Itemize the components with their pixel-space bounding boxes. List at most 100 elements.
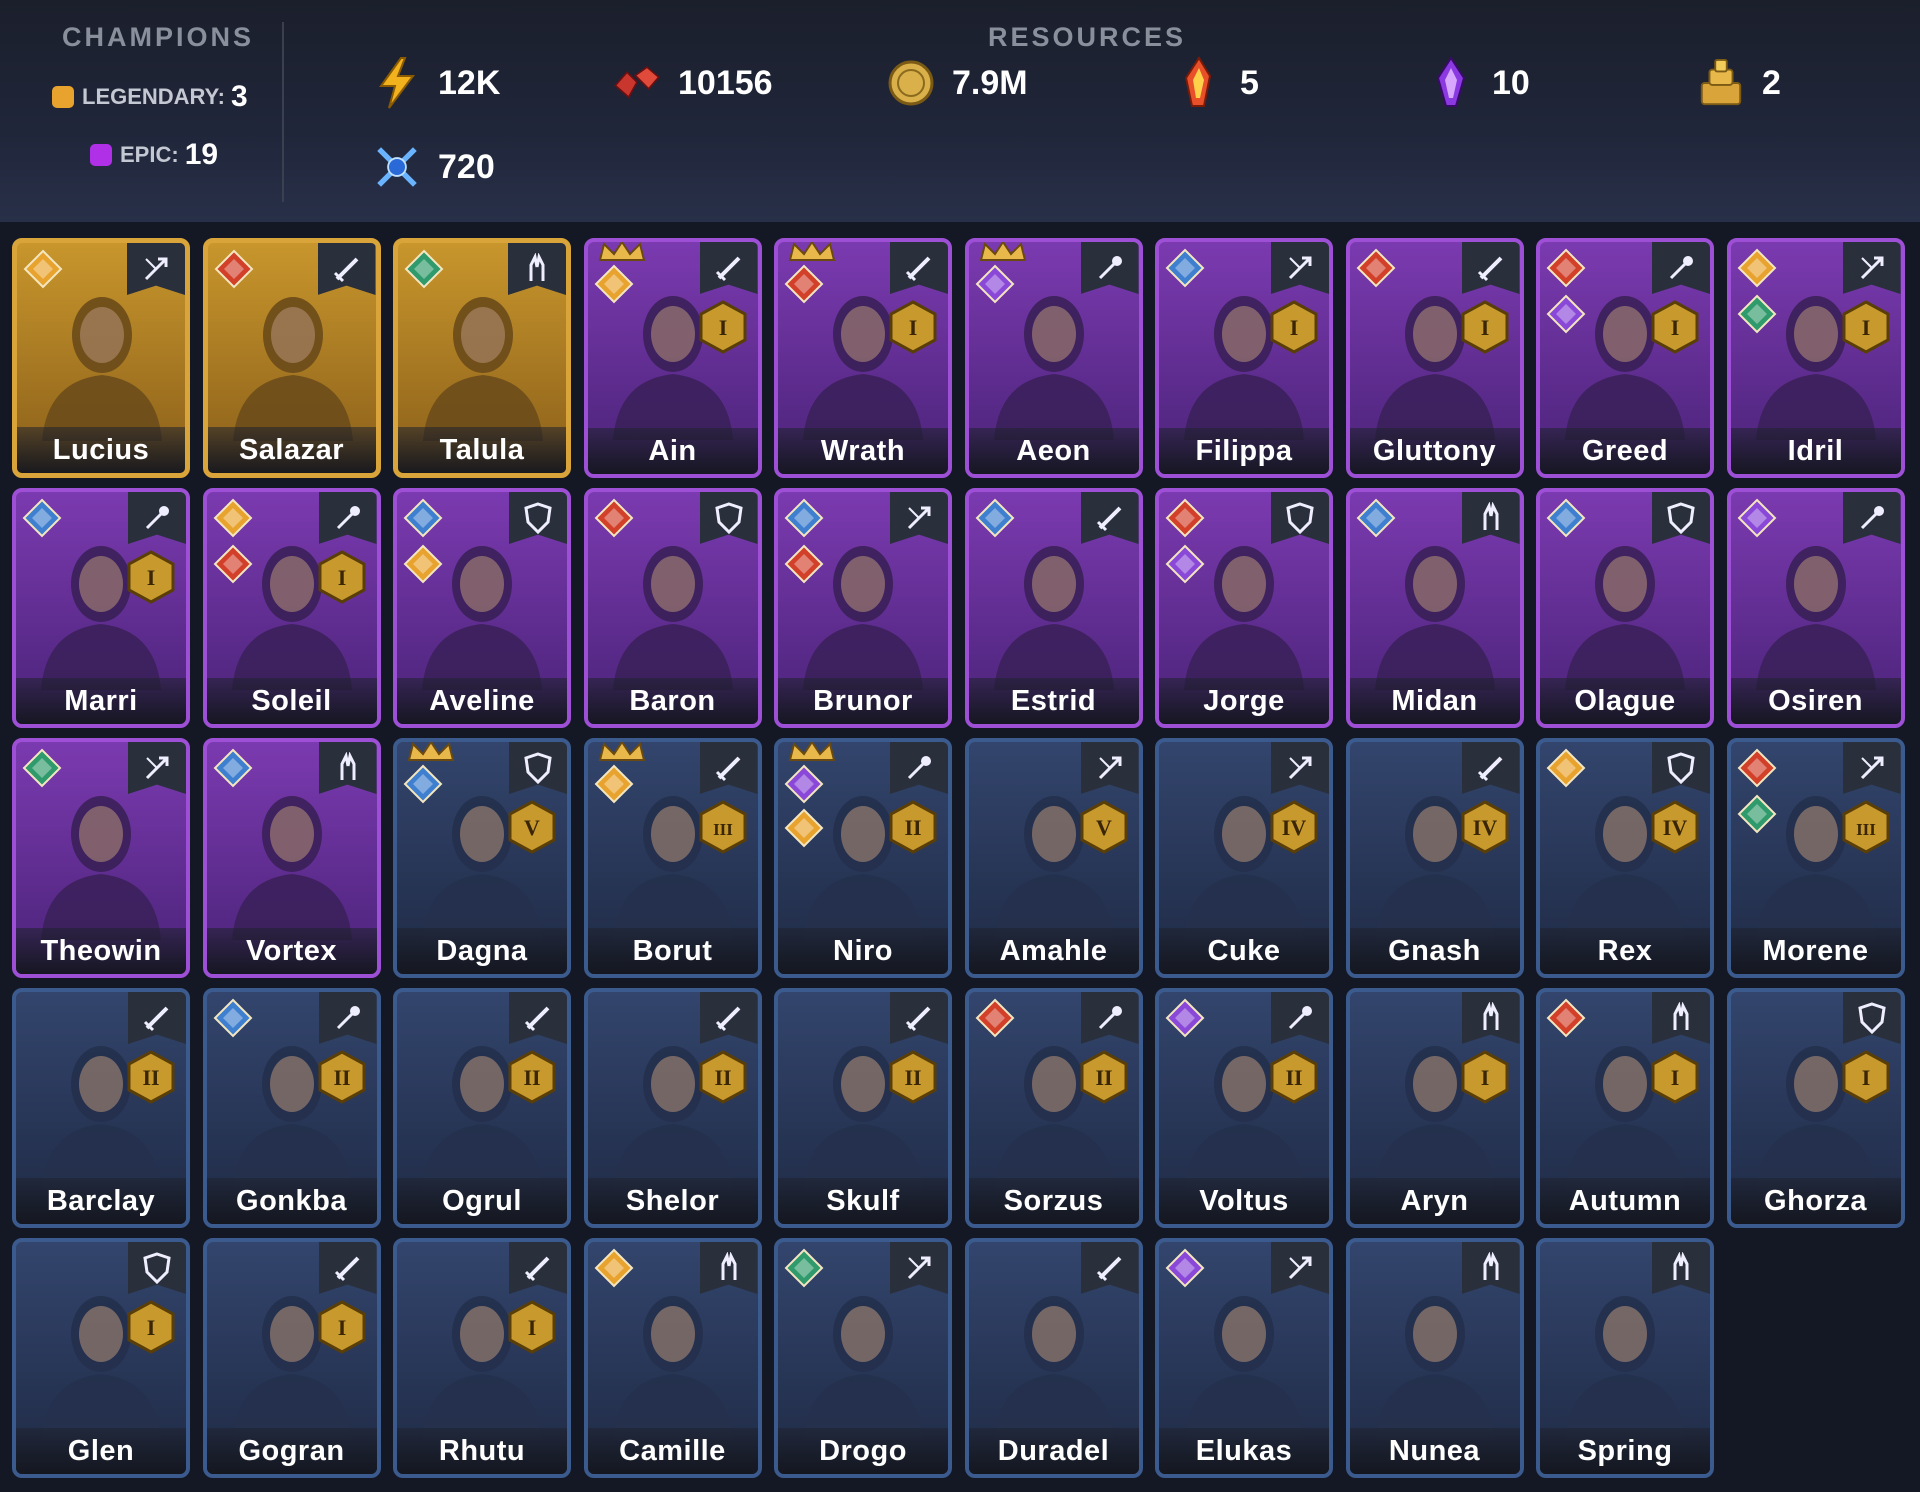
resource-gold-pile[interactable]: 2 xyxy=(1696,58,1781,108)
champion-card-wrath[interactable]: I Wrath xyxy=(774,238,952,478)
champion-card-voltus[interactable]: II Voltus xyxy=(1155,988,1333,1228)
resource-gems[interactable]: 10156 xyxy=(612,58,773,108)
champion-card-jorge[interactable]: Jorge xyxy=(1155,488,1333,728)
affinity-blue-icon xyxy=(213,998,253,1043)
champion-name: Marri xyxy=(64,684,138,717)
champion-name: Barclay xyxy=(46,1184,156,1217)
resource-void-shards-value: 10 xyxy=(1492,63,1530,102)
champion-name: Aryn xyxy=(1400,1184,1469,1217)
champion-nameplate: Drogo xyxy=(778,1428,948,1474)
resource-void-shards[interactable]: 10 xyxy=(1426,56,1530,108)
champion-card-talula[interactable]: Talula xyxy=(393,238,571,478)
champion-card-vortex[interactable]: Vortex xyxy=(202,738,381,978)
legendary-count-row: LEGENDARY: 3 xyxy=(52,80,248,114)
champion-card-aryn[interactable]: I Aryn xyxy=(1345,988,1524,1228)
affinity-purple-icon xyxy=(1165,998,1205,1043)
resource-energy[interactable]: 12K xyxy=(372,57,501,109)
champion-card-baron[interactable]: Baron xyxy=(583,488,762,728)
champion-card-aveline[interactable]: Aveline xyxy=(393,488,571,728)
champion-card-gogran[interactable]: I Gogran xyxy=(202,1238,381,1478)
champion-portrait xyxy=(36,770,166,940)
champion-nameplate: Gogran xyxy=(206,1428,377,1474)
arena-token-icon xyxy=(372,142,422,192)
champion-nameplate: Morene xyxy=(1730,928,1901,974)
champion-card-filippa[interactable]: I Filippa xyxy=(1155,238,1333,478)
champion-card-brunor[interactable]: Brunor xyxy=(774,488,952,728)
champion-card-olague[interactable]: Olague xyxy=(1536,488,1714,728)
champion-card-gnash[interactable]: IV Gnash xyxy=(1345,738,1524,978)
affinity-red-icon xyxy=(1546,998,1586,1043)
champion-card-greed[interactable]: I Greed xyxy=(1536,238,1714,478)
champion-card-shelor[interactable]: II Shelor xyxy=(583,988,762,1228)
champion-card-midan[interactable]: Midan xyxy=(1345,488,1524,728)
champion-card-osiren[interactable]: Osiren xyxy=(1726,488,1905,728)
champion-card-ghorza[interactable]: I Ghorza xyxy=(1726,988,1905,1228)
champion-card-drogo[interactable]: Drogo xyxy=(774,1238,952,1478)
svg-text:IV: IV xyxy=(1472,815,1497,840)
svg-text:II: II xyxy=(1285,1065,1302,1090)
champion-card-glen[interactable]: I Glen xyxy=(12,1238,190,1478)
champion-card-autumn[interactable]: I Autumn xyxy=(1536,988,1714,1228)
champion-card-marri[interactable]: I Marri xyxy=(12,488,190,728)
champion-card-dagna[interactable]: V Dagna xyxy=(393,738,571,978)
champion-card-idril[interactable]: I Idril xyxy=(1726,238,1905,478)
champion-nameplate: Rex xyxy=(1540,928,1710,974)
champion-card-elukas[interactable]: Elukas xyxy=(1155,1238,1333,1478)
svg-text:II: II xyxy=(1095,1065,1112,1090)
svg-text:I: I xyxy=(1671,1065,1680,1090)
champion-name: Greed xyxy=(1581,434,1669,467)
affinity-gold-icon xyxy=(213,498,253,543)
champion-nameplate: Gonkba xyxy=(206,1178,377,1224)
champion-card-barclay[interactable]: II Barclay xyxy=(12,988,190,1228)
champion-card-theowin[interactable]: Theowin xyxy=(12,738,190,978)
champion-card-camille[interactable]: Camille xyxy=(583,1238,762,1478)
svg-text:I: I xyxy=(337,1315,346,1340)
resource-energy-value: 12K xyxy=(438,63,501,102)
champion-card-gluttony[interactable]: I Gluttony xyxy=(1345,238,1524,478)
affinity-green-icon xyxy=(1737,794,1777,839)
champion-name: Midan xyxy=(1391,684,1478,717)
ascension-badge-icon: I xyxy=(126,1300,176,1359)
champion-card-cuke[interactable]: IV Cuke xyxy=(1155,738,1333,978)
champion-portrait xyxy=(989,520,1119,690)
champion-card-soleil[interactable]: I Soleil xyxy=(202,488,381,728)
champion-nameplate: Dagna xyxy=(397,928,567,974)
champion-card-ogrul[interactable]: II Ogrul xyxy=(393,988,571,1228)
champion-portrait xyxy=(37,271,167,441)
champion-card-niro[interactable]: II Niro xyxy=(774,738,952,978)
champion-name: Ogrul xyxy=(442,1184,522,1217)
champion-name: Rex xyxy=(1597,934,1653,967)
resource-arena-tokens[interactable]: 720 xyxy=(372,142,495,192)
champion-card-salazar[interactable]: Salazar xyxy=(202,238,381,478)
svg-text:I: I xyxy=(1480,1065,1489,1090)
affinity-red-icon xyxy=(1356,248,1396,293)
champion-portrait xyxy=(1560,1270,1690,1440)
champion-name: Duradel xyxy=(997,1434,1110,1467)
champion-name: Idril xyxy=(1787,434,1844,467)
champion-card-sorzus[interactable]: II Sorzus xyxy=(964,988,1143,1228)
champion-card-borut[interactable]: III Borut xyxy=(583,738,762,978)
champion-card-amahle[interactable]: V Amahle xyxy=(964,738,1143,978)
champion-card-nunea[interactable]: Nunea xyxy=(1345,1238,1524,1478)
champion-card-aeon[interactable]: Aeon xyxy=(964,238,1143,478)
champion-card-skulf[interactable]: II Skulf xyxy=(774,988,952,1228)
champion-card-lucius[interactable]: Lucius xyxy=(12,238,190,478)
champion-card-morene[interactable]: III Morene xyxy=(1726,738,1905,978)
champion-card-estrid[interactable]: Estrid xyxy=(964,488,1143,728)
champion-card-spring[interactable]: Spring xyxy=(1536,1238,1714,1478)
champion-card-rhutu[interactable]: I Rhutu xyxy=(393,1238,571,1478)
champion-card-gonkba[interactable]: II Gonkba xyxy=(202,988,381,1228)
champion-card-duradel[interactable]: Duradel xyxy=(964,1238,1143,1478)
affinity-red-icon xyxy=(784,264,824,309)
champion-card-ain[interactable]: I Ain xyxy=(583,238,762,478)
champion-name: Shelor xyxy=(625,1184,720,1217)
ascension-badge-icon: V xyxy=(507,800,557,859)
champion-name: Vortex xyxy=(245,934,338,967)
champion-portrait xyxy=(1370,1270,1500,1440)
resource-silver[interactable]: 7.9M xyxy=(886,58,1028,108)
affinity-blue-icon xyxy=(1546,498,1586,543)
crown-icon xyxy=(598,742,646,767)
affinity-red-icon xyxy=(784,544,824,589)
resource-fire-shards[interactable]: 5 xyxy=(1174,56,1259,108)
champion-card-rex[interactable]: IV Rex xyxy=(1536,738,1714,978)
